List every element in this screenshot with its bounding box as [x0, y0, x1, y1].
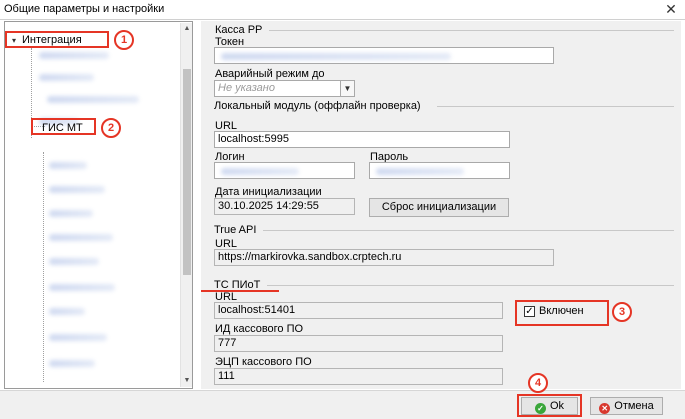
blurred-tree-item[interactable]: [49, 234, 113, 241]
step-badge-1: 1: [114, 30, 134, 50]
emergency-mode-combo[interactable]: Не указано ▼: [214, 80, 355, 97]
title-bar: Общие параметры и настройки ✕: [0, 0, 685, 20]
group-kassa-label: Касса РР: [215, 24, 263, 36]
kass-id-label: ИД кассового ПО: [215, 323, 304, 335]
scroll-thumb[interactable]: [183, 69, 191, 275]
callout-gis-mt: [31, 118, 96, 135]
password-input[interactable]: [369, 162, 510, 179]
blurred-tree-item[interactable]: [49, 334, 107, 341]
step-badge-2: 2: [101, 118, 121, 138]
blurred-login-value: [221, 168, 299, 175]
scroll-down-arrow-icon[interactable]: ▼: [181, 375, 192, 387]
cancel-button-label: Отмена: [614, 400, 654, 412]
group-divider: [267, 285, 674, 286]
ecp-value: 111: [218, 370, 235, 382]
scroll-up-arrow-icon[interactable]: ▲: [181, 23, 192, 35]
ecp-label: ЭЦП кассового ПО: [215, 356, 312, 368]
true-api-url-field: https://markirovka.sandbox.crptech.ru: [214, 249, 554, 266]
close-icon[interactable]: ✕: [663, 1, 679, 17]
ecp-field: 111: [214, 368, 503, 385]
blurred-tree-item[interactable]: [49, 186, 105, 193]
blurred-tree-item[interactable]: [49, 308, 85, 315]
group-divider: [437, 106, 674, 107]
group-true-api-label: True API: [214, 224, 257, 236]
kass-id-field: 777: [214, 335, 503, 352]
init-date-value: 30.10.2025 14:29:55: [218, 200, 319, 212]
step-badge-3: 3: [612, 302, 632, 322]
local-url-input[interactable]: localhost:5995: [214, 131, 510, 148]
settings-panel: Касса РР Токен Аварийный режим до Не ука…: [201, 21, 681, 389]
callout-ok: [517, 394, 582, 417]
cancel-circle-icon: ✕: [599, 403, 611, 414]
tree-scrollbar[interactable]: ▲ ▼: [180, 23, 192, 387]
blurred-token-value: [221, 53, 451, 60]
local-url-value: localhost:5995: [218, 133, 289, 145]
blurred-tree-item[interactable]: [49, 360, 95, 367]
emergency-mode-label: Аварийный режим до: [215, 68, 325, 80]
emergency-mode-placeholder: Не указано: [218, 82, 275, 94]
blurred-tree-item[interactable]: [39, 74, 94, 81]
cancel-button[interactable]: ✕ Отмена: [590, 397, 663, 415]
login-input[interactable]: [214, 162, 355, 179]
init-date-field: 30.10.2025 14:29:55: [214, 198, 355, 215]
group-local-module-label: Локальный модуль (оффлайн проверка): [214, 100, 421, 112]
step-badge-4: 4: [528, 373, 548, 393]
window-title: Общие параметры и настройки: [4, 3, 165, 15]
true-api-url-value: https://markirovka.sandbox.crptech.ru: [218, 251, 402, 263]
blurred-tree-item[interactable]: [49, 258, 99, 265]
group-divider: [269, 30, 674, 31]
ts-piot-underline: [201, 290, 279, 292]
tree-connector: [43, 152, 44, 382]
combo-arrow-icon[interactable]: ▼: [340, 81, 354, 96]
ts-piot-url-value: localhost:51401: [218, 304, 296, 316]
init-date-label: Дата инициализации: [215, 186, 322, 198]
ts-piot-url-field: localhost:51401: [214, 302, 503, 319]
dialog-footer: ✓ Ok ✕ Отмена: [0, 390, 685, 419]
blurred-tree-item[interactable]: [47, 96, 139, 103]
callout-integration: [5, 31, 109, 48]
blurred-tree-item[interactable]: [49, 284, 115, 291]
blurred-tree-item[interactable]: [49, 210, 93, 217]
callout-enabled: [515, 300, 609, 326]
kass-id-value: 777: [218, 337, 237, 349]
blurred-tree-item[interactable]: [49, 162, 87, 169]
reset-init-button[interactable]: Сброс инициализации: [369, 198, 509, 217]
group-divider: [263, 230, 674, 231]
settings-tree: ▾ Интеграция ГИС МТ ▲ ▼: [4, 21, 193, 389]
blurred-tree-item[interactable]: [39, 52, 109, 59]
token-input[interactable]: [214, 47, 554, 64]
blurred-password-value: [376, 168, 464, 175]
